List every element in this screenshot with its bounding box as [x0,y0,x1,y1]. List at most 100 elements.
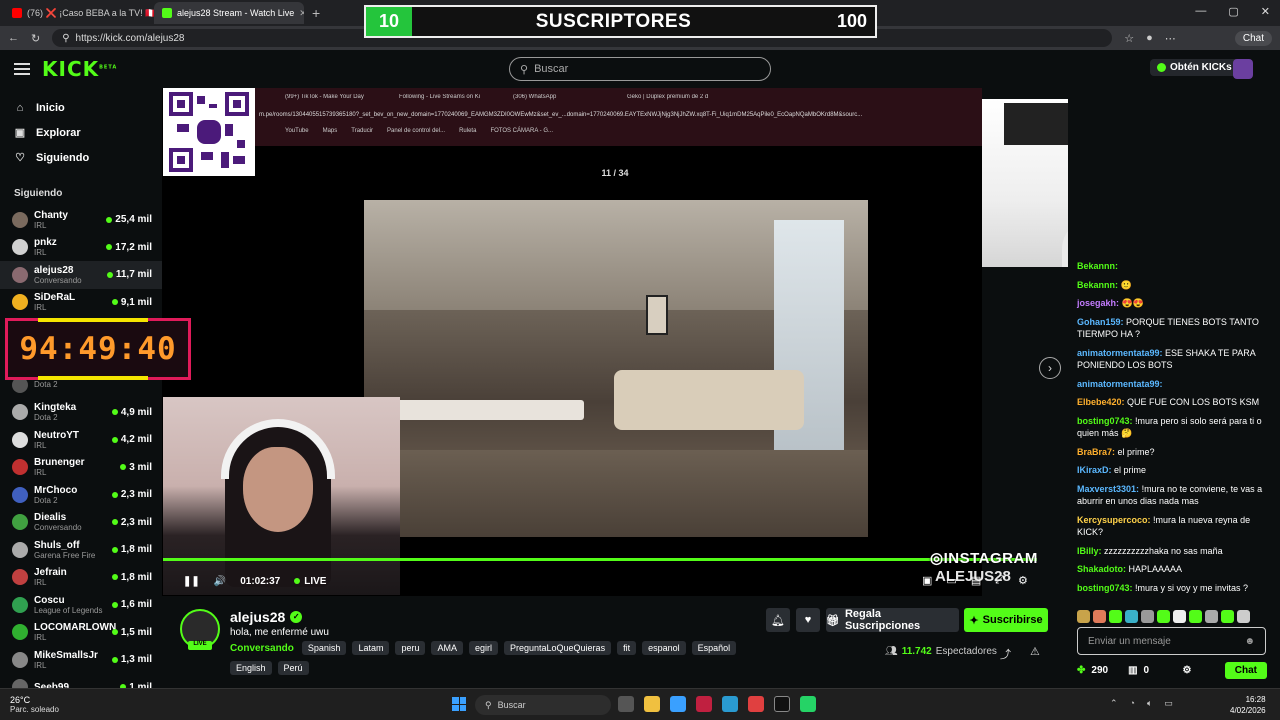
stream-tag[interactable]: Latam [352,641,390,655]
chrome-icon[interactable] [748,696,764,712]
emote-icon[interactable] [1237,609,1250,623]
stream-tag[interactable]: egirl [468,641,498,655]
menu-icon[interactable] [14,60,30,78]
sidebar-channel-diealis[interactable]: Diealis Conversando 2,3 mil [0,509,162,537]
site-info-icon[interactable]: ⚲ [62,33,69,44]
kicks-icon[interactable]: ▥ [1128,665,1137,676]
stream-tag[interactable]: peru [395,641,426,655]
sidebar-item-siguiendo[interactable]: ♡ Siguiendo [0,145,162,170]
chat-username[interactable]: BraBra7: [1077,447,1115,457]
follow-button[interactable]: ♥ [796,608,820,632]
favorite-icon[interactable]: ☆ [1124,32,1134,45]
sidebar-channel-locomarlown[interactable]: LOCOMARLOWN IRL 1,5 mil [0,619,162,647]
windows-start-icon[interactable] [452,697,466,711]
chat-username[interactable]: bosting0743: [1077,416,1133,426]
user-avatar[interactable] [1233,59,1253,79]
emote-icon[interactable] [1077,609,1090,623]
chat-username[interactable]: Elbebe420: [1077,397,1125,407]
sidebar-channel-alejus28[interactable]: alejus28 Conversando 11,7 mil [0,261,162,289]
sidebar-channel-pnkz[interactable]: pnkz IRL 17,2 mil [0,234,162,262]
profile-icon[interactable]: ● [1146,32,1153,44]
volume-icon[interactable]: 🔈︎ [1147,698,1152,709]
report-icon[interactable]: ⚠ [1030,645,1040,658]
battery-icon[interactable]: ▭ [1164,698,1173,709]
emote-icon[interactable] [1125,609,1138,623]
chat-username[interactable]: Gohan159: [1077,317,1124,327]
pip-icon[interactable]: ▣ [922,574,932,587]
chat-username[interactable]: Bekannn: [1077,280,1118,290]
task-view-icon[interactable] [618,696,634,712]
sidebar-channel-sideral[interactable]: SiDeRaL IRL 9,1 mil [0,289,162,317]
copilot-icon[interactable] [670,696,686,712]
sidebar-channel-coscu[interactable]: Coscu League of Legends 1,6 mil [0,591,162,619]
app-icon[interactable] [696,696,712,712]
emote-icon[interactable] [1189,609,1202,623]
chat-username[interactable]: IKiraxD: [1077,465,1112,475]
sidebar-channel-neutroyt[interactable]: NeutroYT IRL 4,2 mil [0,426,162,454]
gift-subs-button[interactable]: 🎁︎ Regala Suscripciones [826,608,959,632]
chat-username[interactable]: IBilly: [1077,546,1102,556]
copilot-chat-button[interactable]: Chat [1234,30,1272,46]
chat-username[interactable]: Shakadoto: [1077,564,1126,574]
chat-username[interactable]: animatormentata99: [1077,379,1163,389]
sidebar-channel-mrchoco[interactable]: MrChoco Dota 2 2,3 mil [0,481,162,509]
browser-tab-youtube[interactable]: (76) ❌ ¡Caso BEBA a la TV! 🇵🇪 Be ✕ [4,2,154,24]
file-explorer-icon[interactable] [644,696,660,712]
stream-tag[interactable]: fit [617,641,637,655]
sidebar-channel-shuls_off[interactable]: Shuls_off Garena Free Fire 1,8 mil [0,536,162,564]
close-window-icon[interactable]: ✕ [1261,5,1270,18]
stream-tag[interactable]: English [230,661,272,675]
emoji-icon[interactable]: ☻ [1244,636,1255,647]
sidebar-channel-chanty[interactable]: Chanty IRL 25,4 mil [0,206,162,234]
chat-username[interactable]: Kercysupercoco: [1077,515,1151,525]
emote-icon[interactable] [1221,609,1234,623]
chat-send-button[interactable]: Chat [1224,661,1267,679]
stream-tag[interactable]: espanol [642,641,686,655]
stream-tag[interactable]: Perú [277,661,309,675]
stream-tag[interactable]: PreguntaLoQueQuieras [504,641,612,655]
emote-icon[interactable] [1141,609,1154,623]
stream-tag[interactable]: Spanish [301,641,347,655]
fullscreen-icon[interactable]: ⤢ [995,574,1004,587]
sidebar-item-explorar[interactable]: ▣ Explorar [0,120,162,145]
chat-username[interactable]: josegakh: [1077,298,1119,308]
new-tab-button[interactable]: + [304,5,328,21]
weather-widget[interactable]: 26°C Parc. soleado [10,695,59,714]
points-icon[interactable]: ✤ [1077,665,1085,676]
search-input[interactable]: ⚲ Buscar [509,57,771,81]
more-icon[interactable]: ⋯ [1165,32,1176,45]
chat-username[interactable]: Bekannn: [1077,261,1118,271]
minimize-icon[interactable]: — [1195,5,1206,18]
browser-tab-kick[interactable]: alejus28 Stream - Watch Live ✕ [154,2,304,24]
taskbar-search[interactable]: ⚲ Buscar [475,695,611,715]
streamer-name[interactable]: alejus28 ✓ [230,609,303,625]
reload-icon[interactable]: ↻ [31,32,40,45]
network-icon[interactable]: ◔ [1130,698,1135,709]
sidebar-channel-jefrain[interactable]: Jefrain IRL 1,8 mil [0,564,162,592]
chat-username[interactable]: animatormentata99: [1077,348,1163,358]
chat-username[interactable]: bosting0743: [1077,583,1133,593]
share-icon[interactable]: ⤴ [1000,646,1011,662]
get-kicks-button[interactable]: Obtén KICKs [1150,59,1239,76]
volume-icon[interactable]: 🔊 [214,576,226,587]
sidebar-channel-brunenger[interactable]: Brunenger IRL 3 mil [0,454,162,482]
subscribe-button[interactable]: ✦ Suscribirse [964,608,1048,632]
maximize-icon[interactable]: ▢ [1228,5,1238,18]
kick-logo[interactable]: KICKBETA [42,57,117,81]
stream-category[interactable]: Conversando [230,643,294,654]
back-icon[interactable]: ← [8,32,19,44]
notifications-button[interactable]: 🔔︎ [766,608,790,632]
whatsapp-icon[interactable] [800,696,816,712]
chat-input[interactable]: Enviar un mensaje ☻ [1077,627,1266,655]
video-progress-bar[interactable] [163,558,1037,561]
sidebar-item-inicio[interactable]: ⌂ Inicio [0,95,162,120]
tray-arrow-icon[interactable]: ⌃ [1110,698,1118,709]
stream-tag[interactable]: AMA [431,641,463,655]
next-photo-icon[interactable]: › [1039,357,1061,379]
emote-icon[interactable] [1173,609,1186,623]
obs-icon[interactable] [774,696,790,712]
pause-icon[interactable]: ❚❚ [183,576,200,587]
chat-username[interactable]: Maxverst3301: [1077,484,1139,494]
emote-icon[interactable] [1205,609,1218,623]
sidebar-channel-kingteka[interactable]: Kingteka Dota 2 4,9 mil [0,399,162,427]
